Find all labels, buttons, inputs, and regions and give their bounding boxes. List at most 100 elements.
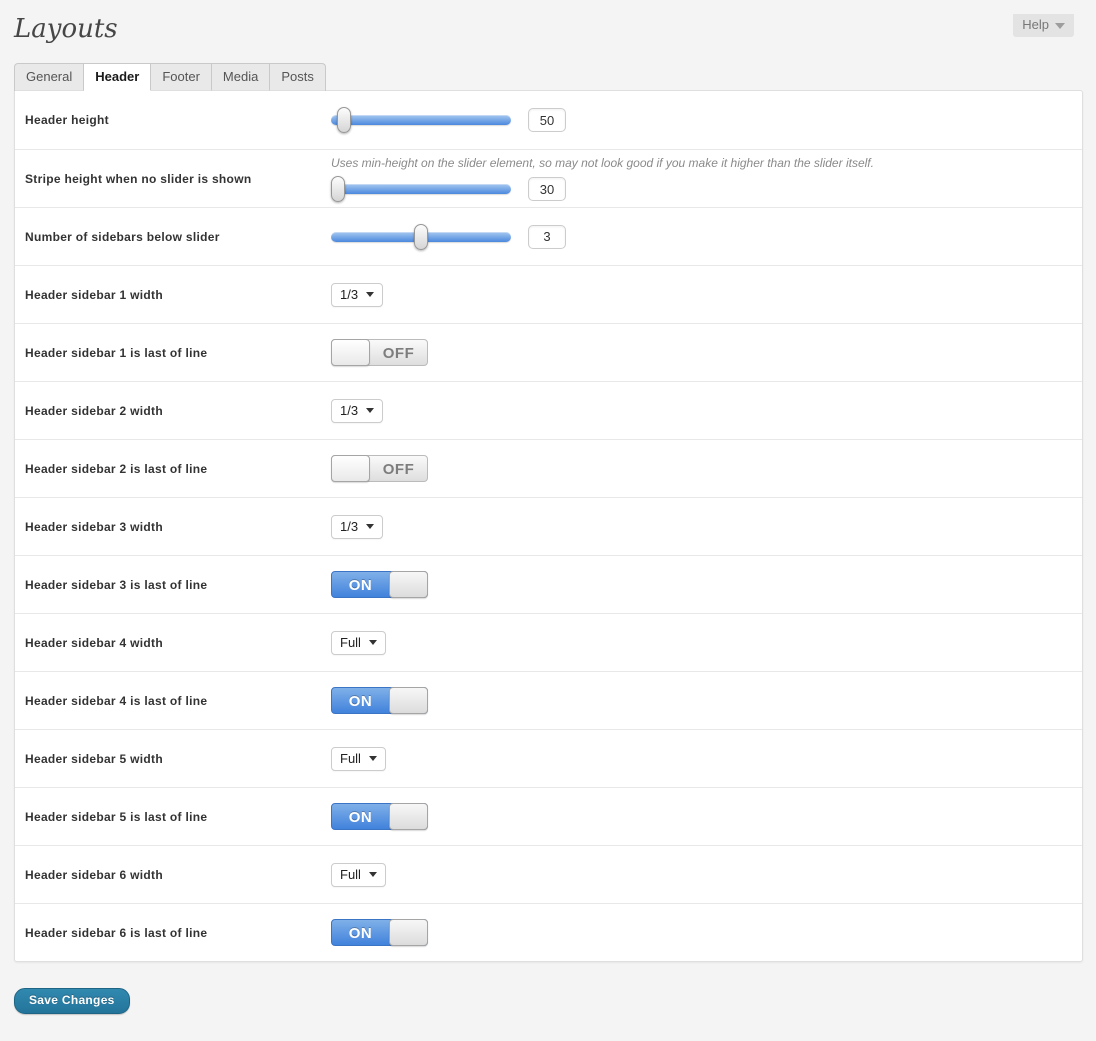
settings-row: Header sidebar 6 width Full [15, 845, 1082, 903]
setting-control: OFF [331, 333, 1082, 372]
chevron-down-icon [1055, 23, 1065, 29]
chevron-down-icon [369, 756, 377, 761]
settings-row: Header sidebar 2 width 1/3 [15, 381, 1082, 439]
settings-row: Header sidebar 4 is last of line ON [15, 671, 1082, 729]
toggle-handle[interactable] [331, 339, 370, 366]
toggle-handle[interactable] [389, 803, 428, 830]
width-select-value: Full [340, 635, 361, 650]
setting-label: Header sidebar 2 is last of line [15, 462, 331, 476]
toggle-state-label: ON [332, 804, 389, 829]
slider-track[interactable] [331, 184, 511, 194]
setting-label: Header sidebar 1 is last of line [15, 346, 331, 360]
toggle-state-label: OFF [370, 340, 427, 365]
setting-label: Header sidebar 5 width [15, 752, 331, 766]
width-select-value: Full [340, 867, 361, 882]
toggle-handle[interactable] [389, 571, 428, 598]
setting-control: 1/3 [331, 509, 1082, 545]
help-button-label: Help [1022, 17, 1049, 32]
width-select[interactable]: Full [331, 631, 386, 655]
setting-control: Uses min-height on the slider element, s… [331, 150, 1082, 207]
slider-track[interactable] [331, 115, 511, 125]
setting-control: 1/3 [331, 277, 1082, 313]
toggle-handle[interactable] [389, 919, 428, 946]
width-select-value: Full [340, 751, 361, 766]
settings-panel settings-rows: Header height Stripe height when no slid… [14, 90, 1083, 962]
slider-line [331, 108, 1072, 132]
toggle-state-label: ON [332, 572, 389, 597]
setting-control: Full [331, 625, 1082, 661]
help-button[interactable]: Help [1013, 14, 1074, 37]
chevron-down-icon [366, 524, 374, 529]
width-select-value: 1/3 [340, 287, 358, 302]
slider-track[interactable] [331, 232, 511, 242]
slider-value-input[interactable] [528, 108, 566, 132]
setting-label: Header sidebar 4 is last of line [15, 694, 331, 708]
width-select[interactable]: Full [331, 863, 386, 887]
toggle-switch[interactable]: ON [331, 571, 428, 598]
settings-row: Header sidebar 1 width 1/3 [15, 265, 1082, 323]
setting-control [331, 102, 1082, 138]
setting-label: Header sidebar 6 is last of line [15, 926, 331, 940]
chevron-down-icon [366, 408, 374, 413]
settings-row: Header sidebar 4 width Full [15, 613, 1082, 671]
tab-posts[interactable]: Posts [270, 64, 325, 91]
setting-control: ON [331, 913, 1082, 952]
chevron-down-icon [369, 872, 377, 877]
settings-row: Header sidebar 3 width 1/3 [15, 497, 1082, 555]
chevron-down-icon [369, 640, 377, 645]
width-select[interactable]: Full [331, 747, 386, 771]
setting-label: Header sidebar 4 width [15, 636, 331, 650]
chevron-down-icon [366, 292, 374, 297]
toggle-state-label: ON [332, 688, 389, 713]
toggle-switch[interactable]: ON [331, 919, 428, 946]
setting-label: Stripe height when no slider is shown [15, 172, 331, 186]
tab-media[interactable]: Media [212, 64, 270, 91]
tab-general[interactable]: General [15, 64, 84, 91]
toggle-switch[interactable]: OFF [331, 455, 428, 482]
page-title: Layouts [14, 14, 1096, 44]
settings-row: Number of sidebars below slider [15, 207, 1082, 265]
width-select[interactable]: 1/3 [331, 283, 383, 307]
toggle-handle[interactable] [331, 455, 370, 482]
setting-label: Number of sidebars below slider [15, 230, 331, 244]
setting-control: OFF [331, 449, 1082, 488]
settings-row: Header sidebar 3 is last of line ON [15, 555, 1082, 613]
toggle-state-label: OFF [370, 456, 427, 481]
setting-control: ON [331, 797, 1082, 836]
setting-control [331, 219, 1082, 255]
slider-line [331, 225, 1072, 249]
setting-control: Full [331, 857, 1082, 893]
slider-handle[interactable] [414, 224, 428, 250]
slider-handle[interactable] [331, 176, 345, 202]
tab-footer[interactable]: Footer [151, 64, 212, 91]
settings-row: Header height [15, 91, 1082, 149]
setting-control: ON [331, 681, 1082, 720]
toggle-handle[interactable] [389, 687, 428, 714]
setting-control: Full [331, 741, 1082, 777]
width-select-value: 1/3 [340, 403, 358, 418]
slider-value-input[interactable] [528, 225, 566, 249]
setting-label: Header sidebar 2 width [15, 404, 331, 418]
tab-header[interactable]: Header [84, 64, 151, 91]
settings-row: Header sidebar 6 is last of line ON [15, 903, 1082, 961]
setting-label: Header height [15, 113, 331, 127]
settings-row: Header sidebar 2 is last of line OFF [15, 439, 1082, 497]
width-select-value: 1/3 [340, 519, 358, 534]
toggle-switch[interactable]: ON [331, 687, 428, 714]
slider-handle[interactable] [337, 107, 351, 133]
setting-control: ON [331, 565, 1082, 604]
toggle-switch[interactable]: ON [331, 803, 428, 830]
setting-label: Header sidebar 6 width [15, 868, 331, 882]
setting-label: Header sidebar 1 width [15, 288, 331, 302]
width-select[interactable]: 1/3 [331, 515, 383, 539]
settings-row: Header sidebar 5 width Full [15, 729, 1082, 787]
setting-label: Header sidebar 3 is last of line [15, 578, 331, 592]
setting-description: Uses min-height on the slider element, s… [331, 156, 1072, 170]
setting-control: 1/3 [331, 393, 1082, 429]
settings-row: Header sidebar 1 is last of line OFF [15, 323, 1082, 381]
slider-value-input[interactable] [528, 177, 566, 201]
toggle-switch[interactable]: OFF [331, 339, 428, 366]
settings-row: Stripe height when no slider is shown Us… [15, 149, 1082, 207]
width-select[interactable]: 1/3 [331, 399, 383, 423]
save-changes-button[interactable]: Save Changes [14, 988, 130, 1014]
